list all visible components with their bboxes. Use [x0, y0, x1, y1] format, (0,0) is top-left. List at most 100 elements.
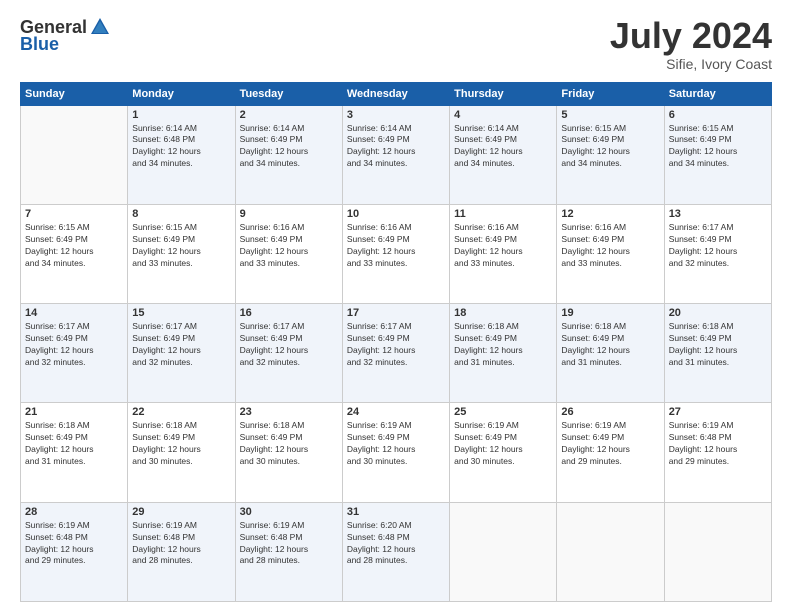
- day-info: Sunrise: 6:18 AM Sunset: 6:49 PM Dayligh…: [132, 420, 230, 468]
- day-info: Sunrise: 6:14 AM Sunset: 6:49 PM Dayligh…: [454, 123, 552, 171]
- day-number: 25: [454, 406, 552, 418]
- day-info: Sunrise: 6:19 AM Sunset: 6:49 PM Dayligh…: [454, 420, 552, 468]
- table-row: 8 Sunrise: 6:15 AM Sunset: 6:49 PM Daylig…: [128, 204, 235, 303]
- day-number: 8: [132, 208, 230, 220]
- day-number: 11: [454, 208, 552, 220]
- day-number: 14: [25, 307, 123, 319]
- calendar-week-row: 28 Sunrise: 6:19 AM Sunset: 6:48 PM Dayli…: [21, 502, 772, 601]
- day-number: 16: [240, 307, 338, 319]
- day-number: 13: [669, 208, 767, 220]
- col-wednesday: Wednesday: [342, 82, 449, 105]
- table-row: 29 Sunrise: 6:19 AM Sunset: 6:48 PM Dayli…: [128, 502, 235, 601]
- table-row: 4 Sunrise: 6:14 AM Sunset: 6:49 PM Daylig…: [450, 105, 557, 204]
- day-number: 7: [25, 208, 123, 220]
- day-info: Sunrise: 6:17 AM Sunset: 6:49 PM Dayligh…: [132, 321, 230, 369]
- table-row: 14 Sunrise: 6:17 AM Sunset: 6:49 PM Dayli…: [21, 304, 128, 403]
- day-info: Sunrise: 6:18 AM Sunset: 6:49 PM Dayligh…: [240, 420, 338, 468]
- table-row: 19 Sunrise: 6:18 AM Sunset: 6:49 PM Dayli…: [557, 304, 664, 403]
- day-number: 24: [347, 406, 445, 418]
- table-row: 10 Sunrise: 6:16 AM Sunset: 6:49 PM Dayli…: [342, 204, 449, 303]
- table-row: 1 Sunrise: 6:14 AM Sunset: 6:48 PM Daylig…: [128, 105, 235, 204]
- day-number: 23: [240, 406, 338, 418]
- table-row: 5 Sunrise: 6:15 AM Sunset: 6:49 PM Daylig…: [557, 105, 664, 204]
- day-number: 29: [132, 506, 230, 518]
- day-info: Sunrise: 6:14 AM Sunset: 6:49 PM Dayligh…: [347, 123, 445, 171]
- table-row: 24 Sunrise: 6:19 AM Sunset: 6:49 PM Dayli…: [342, 403, 449, 502]
- day-info: Sunrise: 6:14 AM Sunset: 6:48 PM Dayligh…: [132, 123, 230, 171]
- day-info: Sunrise: 6:14 AM Sunset: 6:49 PM Dayligh…: [240, 123, 338, 171]
- table-row: 31 Sunrise: 6:20 AM Sunset: 6:48 PM Dayli…: [342, 502, 449, 601]
- table-row: 12 Sunrise: 6:16 AM Sunset: 6:49 PM Dayli…: [557, 204, 664, 303]
- day-number: 9: [240, 208, 338, 220]
- day-number: 21: [25, 406, 123, 418]
- table-row: 6 Sunrise: 6:15 AM Sunset: 6:49 PM Daylig…: [664, 105, 771, 204]
- month-title: July 2024: [610, 16, 772, 56]
- day-number: 18: [454, 307, 552, 319]
- day-number: 5: [561, 109, 659, 121]
- day-info: Sunrise: 6:19 AM Sunset: 6:49 PM Dayligh…: [561, 420, 659, 468]
- table-row: 25 Sunrise: 6:19 AM Sunset: 6:49 PM Dayli…: [450, 403, 557, 502]
- table-row: [21, 105, 128, 204]
- table-row: 9Sunrise: 6:16 AM Sunset: 6:49 PM Daylig…: [235, 204, 342, 303]
- day-number: 10: [347, 208, 445, 220]
- col-thursday: Thursday: [450, 82, 557, 105]
- table-row: [557, 502, 664, 601]
- page: General Blue July 2024 Sifie, Ivory Coas…: [0, 0, 792, 612]
- day-info: Sunrise: 6:20 AM Sunset: 6:48 PM Dayligh…: [347, 520, 445, 568]
- table-row: 2 Sunrise: 6:14 AM Sunset: 6:49 PM Daylig…: [235, 105, 342, 204]
- day-info: Sunrise: 6:16 AM Sunset: 6:49 PM Dayligh…: [561, 222, 659, 270]
- day-number: 6: [669, 109, 767, 121]
- col-monday: Monday: [128, 82, 235, 105]
- day-number: 28: [25, 506, 123, 518]
- table-row: 11Sunrise: 6:16 AM Sunset: 6:49 PM Dayli…: [450, 204, 557, 303]
- table-row: 26 Sunrise: 6:19 AM Sunset: 6:49 PM Dayli…: [557, 403, 664, 502]
- calendar-week-row: 1 Sunrise: 6:14 AM Sunset: 6:48 PM Daylig…: [21, 105, 772, 204]
- table-row: [664, 502, 771, 601]
- col-friday: Friday: [557, 82, 664, 105]
- day-number: 19: [561, 307, 659, 319]
- day-info: Sunrise: 6:15 AM Sunset: 6:49 PM Dayligh…: [25, 222, 123, 270]
- calendar-header-row: Sunday Monday Tuesday Wednesday Thursday…: [21, 82, 772, 105]
- day-number: 4: [454, 109, 552, 121]
- day-info: Sunrise: 6:17 AM Sunset: 6:49 PM Dayligh…: [25, 321, 123, 369]
- day-number: 2: [240, 109, 338, 121]
- table-row: 21Sunrise: 6:18 AM Sunset: 6:49 PM Dayli…: [21, 403, 128, 502]
- day-number: 31: [347, 506, 445, 518]
- location-subtitle: Sifie, Ivory Coast: [610, 56, 772, 72]
- day-info: Sunrise: 6:17 AM Sunset: 6:49 PM Dayligh…: [347, 321, 445, 369]
- table-row: 27Sunrise: 6:19 AM Sunset: 6:48 PM Dayli…: [664, 403, 771, 502]
- day-number: 26: [561, 406, 659, 418]
- day-info: Sunrise: 6:15 AM Sunset: 6:49 PM Dayligh…: [669, 123, 767, 171]
- day-number: 17: [347, 307, 445, 319]
- table-row: 7 Sunrise: 6:15 AM Sunset: 6:49 PM Daylig…: [21, 204, 128, 303]
- day-info: Sunrise: 6:19 AM Sunset: 6:48 PM Dayligh…: [132, 520, 230, 568]
- calendar-week-row: 14 Sunrise: 6:17 AM Sunset: 6:49 PM Dayli…: [21, 304, 772, 403]
- col-sunday: Sunday: [21, 82, 128, 105]
- table-row: 30Sunrise: 6:19 AM Sunset: 6:48 PM Dayli…: [235, 502, 342, 601]
- day-number: 1: [132, 109, 230, 121]
- table-row: 15Sunrise: 6:17 AM Sunset: 6:49 PM Dayli…: [128, 304, 235, 403]
- table-row: [450, 502, 557, 601]
- day-info: Sunrise: 6:18 AM Sunset: 6:49 PM Dayligh…: [561, 321, 659, 369]
- day-info: Sunrise: 6:19 AM Sunset: 6:49 PM Dayligh…: [347, 420, 445, 468]
- day-info: Sunrise: 6:15 AM Sunset: 6:49 PM Dayligh…: [561, 123, 659, 171]
- day-info: Sunrise: 6:15 AM Sunset: 6:49 PM Dayligh…: [132, 222, 230, 270]
- day-info: Sunrise: 6:19 AM Sunset: 6:48 PM Dayligh…: [240, 520, 338, 568]
- day-number: 3: [347, 109, 445, 121]
- day-info: Sunrise: 6:19 AM Sunset: 6:48 PM Dayligh…: [25, 520, 123, 568]
- day-info: Sunrise: 6:16 AM Sunset: 6:49 PM Dayligh…: [347, 222, 445, 270]
- day-info: Sunrise: 6:17 AM Sunset: 6:49 PM Dayligh…: [240, 321, 338, 369]
- logo-blue: Blue: [20, 34, 59, 55]
- col-saturday: Saturday: [664, 82, 771, 105]
- table-row: 13Sunrise: 6:17 AM Sunset: 6:49 PM Dayli…: [664, 204, 771, 303]
- day-number: 12: [561, 208, 659, 220]
- day-number: 27: [669, 406, 767, 418]
- calendar-week-row: 7 Sunrise: 6:15 AM Sunset: 6:49 PM Daylig…: [21, 204, 772, 303]
- logo-icon: [89, 16, 111, 38]
- title-area: July 2024 Sifie, Ivory Coast: [610, 16, 772, 72]
- table-row: 23 Sunrise: 6:18 AM Sunset: 6:49 PM Dayli…: [235, 403, 342, 502]
- calendar-week-row: 21 Sunrise: 6:18 AM Sunset: 6:49 PM Dayli…: [21, 403, 772, 502]
- calendar-table: Sunday Monday Tuesday Wednesday Thursday…: [20, 82, 772, 602]
- day-info: Sunrise: 6:18 AM Sunset: 6:49 PM Dayligh…: [454, 321, 552, 369]
- table-row: 22Sunrise: 6:18 AM Sunset: 6:49 PM Dayli…: [128, 403, 235, 502]
